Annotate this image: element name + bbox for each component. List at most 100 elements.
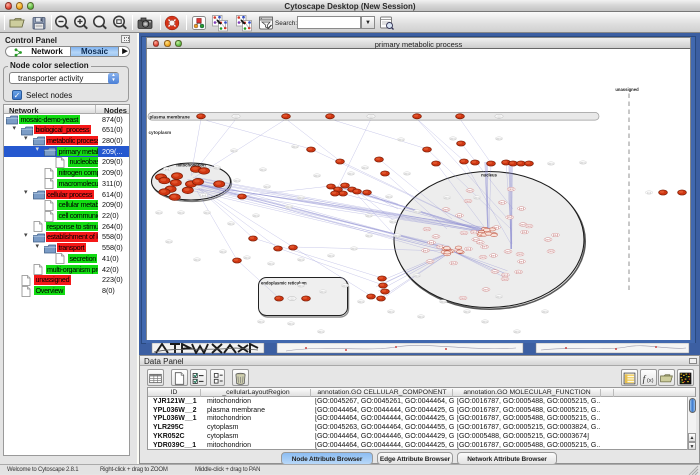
svg-text:[lab-l]: [lab-l]: [194, 259, 200, 261]
svg-text:[nn-l]: [nn-l]: [519, 207, 525, 210]
svg-text:[nn-l]: [nn-l]: [516, 270, 522, 273]
svg-text:[lab-l]: [lab-l]: [234, 180, 240, 182]
svg-text:[lab-l]: [lab-l]: [244, 257, 250, 259]
svg-text:[lab-l]: [lab-l]: [348, 173, 354, 175]
svg-text:[lab-l]: [lab-l]: [474, 197, 480, 199]
svg-text:[lab-l]: [lab-l]: [464, 311, 470, 313]
svg-text:[lab-l]: [lab-l]: [414, 275, 420, 277]
svg-text:[nn-l]: [nn-l]: [517, 253, 523, 256]
svg-text:[lab-l]: [lab-l]: [398, 139, 404, 141]
svg-text:cytoplasm: cytoplasm: [149, 130, 172, 135]
svg-text:[lab-l]: [lab-l]: [231, 150, 237, 152]
svg-text:[nn-l]: [nn-l]: [502, 277, 508, 280]
svg-text:[u-l]: [u-l]: [647, 192, 651, 194]
svg-text:[lab-l]: [lab-l]: [228, 223, 234, 225]
svg-text:[lab-l]: [lab-l]: [440, 301, 446, 303]
svg-text:[lab-l]: [lab-l]: [548, 163, 554, 165]
svg-text:plasma membrane: plasma membrane: [150, 114, 191, 119]
svg-text:[lab-l]: [lab-l]: [260, 169, 266, 171]
svg-text:[nn-l]: [nn-l]: [457, 214, 463, 217]
svg-text:[lab-l]: [lab-l]: [496, 296, 502, 298]
svg-text:[lab-l]: [lab-l]: [314, 175, 320, 177]
svg-text:[nn-l]: [nn-l]: [427, 260, 433, 263]
svg-text:[nn-l]: [nn-l]: [429, 241, 435, 244]
svg-text:[lab-l]: [lab-l]: [258, 321, 264, 323]
svg-text:[nn-l]: [nn-l]: [472, 231, 478, 234]
svg-text:[nn-l]: [nn-l]: [519, 260, 525, 263]
svg-text:[nn-l]: [nn-l]: [466, 247, 472, 250]
svg-text:[nn-l]: [nn-l]: [480, 256, 486, 259]
svg-text:[lab-l]: [lab-l]: [292, 146, 298, 148]
svg-text:[nn-l]: [nn-l]: [553, 233, 559, 236]
svg-text:[m-l]: [m-l]: [202, 194, 207, 196]
svg-text:[lab-l]: [lab-l]: [288, 323, 294, 325]
svg-text:[nn-l]: [nn-l]: [503, 273, 509, 276]
svg-text:[nn-l]: [nn-l]: [478, 241, 484, 244]
svg-text:[nn-l]: [nn-l]: [500, 201, 506, 204]
svg-text:[lab-l]: [lab-l]: [178, 212, 184, 214]
svg-text:[..]: [..]: [370, 116, 373, 118]
svg-text:[m-l]: [m-l]: [165, 168, 170, 170]
svg-text:[..]: [..]: [498, 116, 501, 118]
svg-text:mitochondrion: mitochondrion: [176, 162, 206, 167]
svg-text:[lab-l]: [lab-l]: [220, 251, 226, 253]
svg-text:[nn-l]: [nn-l]: [507, 216, 513, 219]
svg-text:[lab-l]: [lab-l]: [418, 316, 424, 318]
svg-text:[lab-l]: [lab-l]: [214, 167, 220, 169]
svg-text:[nn-l]: [nn-l]: [509, 188, 515, 191]
svg-text:[lab-l]: [lab-l]: [358, 301, 364, 303]
svg-text:[lab-l]: [lab-l]: [394, 235, 400, 237]
svg-text:[lab-l]: [lab-l]: [496, 138, 502, 140]
svg-text:[lab-l]: [lab-l]: [390, 221, 396, 223]
svg-text:[lab-l]: [lab-l]: [366, 235, 372, 237]
svg-text:[nn-l]: [nn-l]: [482, 245, 488, 248]
svg-text:[nn-l]: [nn-l]: [522, 231, 528, 234]
svg-text:[lab-l]: [lab-l]: [351, 248, 357, 250]
svg-text:[lab-l]: [lab-l]: [482, 321, 488, 323]
svg-text:[lab-l]: [lab-l]: [268, 263, 274, 265]
svg-text:[lab-l]: [lab-l]: [298, 197, 304, 199]
svg-text:[nn-l]: [nn-l]: [451, 262, 457, 265]
svg-text:[lab-l]: [lab-l]: [342, 285, 348, 287]
svg-text:[lab-l]: [lab-l]: [298, 285, 304, 287]
svg-text:[lab-l]: [lab-l]: [204, 212, 210, 214]
svg-text:[lab-l]: [lab-l]: [298, 259, 304, 261]
svg-text:[lab-l]: [lab-l]: [366, 215, 372, 217]
svg-text:[lab-l]: [lab-l]: [388, 311, 394, 313]
svg-text:[lab-l]: [lab-l]: [253, 215, 259, 217]
svg-text:[lab-l]: [lab-l]: [166, 241, 172, 243]
svg-text:[nn-l]: [nn-l]: [461, 231, 467, 234]
svg-text:[lab-l]: [lab-l]: [286, 206, 292, 208]
svg-text:[..]: [..]: [291, 298, 294, 300]
svg-text:[lab-l]: [lab-l]: [386, 196, 392, 198]
svg-text:nucleus: nucleus: [481, 172, 497, 177]
svg-text:[lab-l]: [lab-l]: [318, 331, 324, 333]
svg-text:[nn-l]: [nn-l]: [491, 254, 497, 257]
svg-text:[lab-l]: [lab-l]: [404, 173, 410, 175]
svg-text:[lab-l]: [lab-l]: [362, 167, 368, 169]
svg-text:[nn-l]: [nn-l]: [423, 249, 429, 252]
svg-text:[nn-l]: [nn-l]: [548, 250, 554, 253]
svg-text:[nn-l]: [nn-l]: [443, 208, 449, 211]
svg-text:[nn-l]: [nn-l]: [467, 189, 473, 192]
svg-text:[lab-l]: [lab-l]: [328, 255, 334, 257]
svg-text:[nn-l]: [nn-l]: [545, 238, 551, 241]
svg-text:[lab-l]: [lab-l]: [320, 291, 326, 293]
svg-text:[nn-l]: [nn-l]: [505, 250, 511, 253]
svg-text:[lab-l]: [lab-l]: [264, 186, 270, 188]
svg-text:[lab-l]: [lab-l]: [156, 212, 162, 214]
svg-text:[lab-l]: [lab-l]: [444, 197, 450, 199]
svg-text:[nn-l]: [nn-l]: [424, 228, 430, 231]
svg-text:[lab-l]: [lab-l]: [542, 311, 548, 313]
svg-text:[lab-l]: [lab-l]: [414, 211, 420, 213]
svg-text:(x): (x): [647, 377, 654, 383]
svg-text:[nn-l]: [nn-l]: [526, 225, 532, 228]
svg-text:[..]: [..]: [235, 116, 238, 118]
svg-text:[nn-l]: [nn-l]: [492, 270, 498, 273]
svg-text:[lab-l]: [lab-l]: [450, 138, 456, 140]
svg-text:[lab-l]: [lab-l]: [580, 162, 586, 164]
svg-text:unassigned: unassigned: [615, 87, 639, 92]
svg-text:[nn-l]: [nn-l]: [465, 199, 471, 202]
svg-text:[nn-l]: [nn-l]: [433, 235, 439, 238]
svg-text:[lab-l]: [lab-l]: [514, 331, 520, 333]
